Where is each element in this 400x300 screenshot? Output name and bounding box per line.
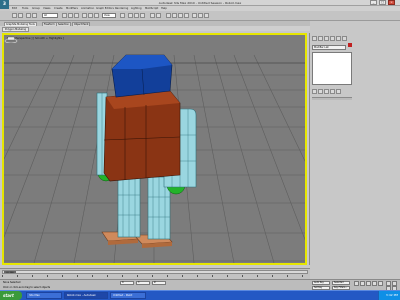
reference-coord-dropdown[interactable]: View xyxy=(102,13,116,18)
time-slider-thumb[interactable]: 0 / 100 xyxy=(4,271,16,274)
quick-render-icon[interactable] xyxy=(204,13,209,18)
menu-views[interactable]: Views xyxy=(43,7,51,10)
undo-icon[interactable] xyxy=(12,13,17,18)
move-icon[interactable] xyxy=(82,13,87,18)
render-setup-icon[interactable] xyxy=(192,13,197,18)
previous-frame-icon[interactable] xyxy=(360,281,365,286)
taskbar-item[interactable]: 3ds Max xyxy=(26,292,62,299)
show-end-result-icon[interactable] xyxy=(318,89,323,94)
select-object-icon[interactable] xyxy=(62,13,67,18)
maximize-button[interactable]: □ xyxy=(379,0,386,5)
redo-icon[interactable] xyxy=(18,13,23,18)
menu-edit[interactable]: Edit xyxy=(12,7,17,10)
curve-editor-icon[interactable] xyxy=(172,13,177,18)
y-coordinate-field[interactable]: Y: xyxy=(136,281,150,285)
command-panel: Modifier List xyxy=(309,33,400,265)
system-tray: 3:42 PM xyxy=(378,291,400,300)
main-toolbar: All View xyxy=(0,11,400,21)
pivot-icon[interactable] xyxy=(120,13,125,18)
align-icon[interactable] xyxy=(156,13,161,18)
head-hat xyxy=(111,54,173,98)
modify-tab-icon[interactable] xyxy=(318,36,323,41)
clock[interactable]: 3:42 PM xyxy=(386,293,398,297)
z-coordinate-field[interactable]: Z: xyxy=(152,281,166,285)
go-to-end-icon[interactable] xyxy=(378,281,383,286)
ribbon-subtab-bar: Polygon Modeling xyxy=(0,26,310,32)
viewcube-icon[interactable] xyxy=(4,35,18,43)
x-coordinate-field[interactable]: X: xyxy=(120,281,134,285)
polygon-modeling-panel[interactable]: Polygon Modeling xyxy=(2,27,30,32)
prompt-line: Click or click-and-drag to select object… xyxy=(3,286,51,289)
menu-lighting[interactable]: Lighting xyxy=(131,7,141,10)
material-editor-icon[interactable] xyxy=(184,13,189,18)
status-bar: None Selected Click or click-and-drag to… xyxy=(0,279,400,291)
close-button[interactable]: × xyxy=(388,0,395,5)
menu-group[interactable]: Group xyxy=(32,7,40,10)
next-frame-icon[interactable] xyxy=(372,281,377,286)
menu-create[interactable]: Create xyxy=(54,7,63,10)
angle-snap-icon[interactable] xyxy=(134,13,139,18)
schematic-view-icon[interactable] xyxy=(178,13,183,18)
window-title: Autodesk 3ds Max 2010 - Untitled Session… xyxy=(158,1,242,5)
render-frame-icon[interactable] xyxy=(198,13,203,18)
scale-icon[interactable] xyxy=(94,13,99,18)
selected-dropdown[interactable]: Selected xyxy=(332,281,350,285)
perspective-viewport[interactable]: [ + ] [ Perspective ] [ Smooth + Highlig… xyxy=(2,33,307,265)
left-leg xyxy=(117,174,141,238)
hierarchy-tab-icon[interactable] xyxy=(324,36,329,41)
taskbar-item[interactable]: Untitled - Paint xyxy=(110,292,146,299)
play-icon[interactable] xyxy=(366,281,371,286)
selection-status: None Selected xyxy=(3,281,21,284)
time-slider[interactable]: 0 / 100 xyxy=(2,270,308,274)
object-color-swatch[interactable] xyxy=(348,43,352,47)
selection-filter-dropdown[interactable]: All xyxy=(42,13,58,18)
modifier-list-dropdown[interactable]: Modifier List xyxy=(312,45,346,50)
motion-tab-icon[interactable] xyxy=(330,36,335,41)
menu-tools[interactable]: Tools xyxy=(22,7,28,10)
link-icon[interactable] xyxy=(26,13,31,18)
create-tab-icon[interactable] xyxy=(312,36,317,41)
menu-animation[interactable]: Animation xyxy=(81,7,94,10)
viewport-scene xyxy=(4,54,305,263)
menu-rendering[interactable]: Rendering xyxy=(115,7,128,10)
snap-icon[interactable] xyxy=(128,13,133,18)
modifier-stack-list[interactable] xyxy=(312,52,352,85)
make-unique-icon[interactable] xyxy=(324,89,329,94)
display-tab-icon[interactable] xyxy=(336,36,341,41)
pin-stack-icon[interactable] xyxy=(312,89,317,94)
rotate-icon[interactable] xyxy=(88,13,93,18)
start-button[interactable]: start xyxy=(0,291,22,300)
minimize-button[interactable]: _ xyxy=(370,0,377,5)
taskbar: start 3ds Max Robot.max - Autodesk Untit… xyxy=(0,290,400,300)
percent-snap-icon[interactable] xyxy=(140,13,145,18)
taskbar-item[interactable]: Robot.max - Autodesk xyxy=(64,292,108,299)
unlink-icon[interactable] xyxy=(32,13,37,18)
select-by-name-icon[interactable] xyxy=(68,13,73,18)
layer-manager-icon[interactable] xyxy=(166,13,171,18)
menu-graph-editors[interactable]: Graph Editors xyxy=(96,7,114,10)
remove-modifier-icon[interactable] xyxy=(330,89,335,94)
menu-help[interactable]: Help xyxy=(161,7,167,10)
menu-modifiers[interactable]: Modifiers xyxy=(66,7,78,10)
auto-key-button[interactable]: Auto Key xyxy=(312,281,330,285)
go-to-start-icon[interactable] xyxy=(354,281,359,286)
torso xyxy=(103,90,181,182)
mirror-icon[interactable] xyxy=(150,13,155,18)
region-select-icon[interactable] xyxy=(74,13,79,18)
rollout-divider xyxy=(312,97,352,100)
utilities-tab-icon[interactable] xyxy=(342,36,347,41)
configure-modifier-sets-icon[interactable] xyxy=(336,89,341,94)
menu-maxscript[interactable]: MAXScript xyxy=(145,7,158,10)
timeline: 0 / 100 xyxy=(0,268,310,279)
